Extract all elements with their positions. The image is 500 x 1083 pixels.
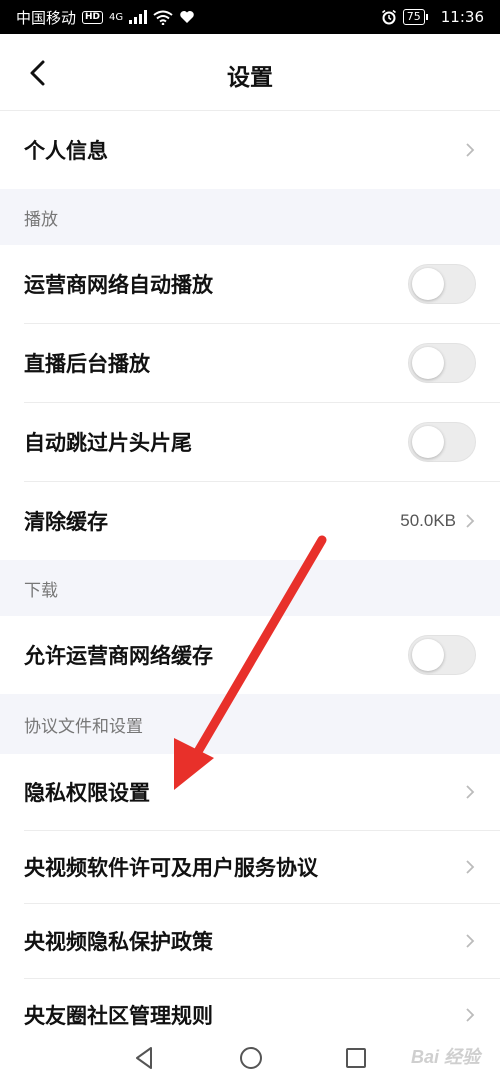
chevron-right-icon <box>464 933 476 949</box>
nav-back-icon[interactable] <box>132 1045 156 1075</box>
privacy-permissions-row[interactable]: 隐私权限设置 <box>0 754 500 830</box>
hd-badge: HD <box>82 10 104 24</box>
section-title: 协议文件和设置 <box>24 716 143 737</box>
carrier-autoplay-label: 运营商网络自动播放 <box>24 273 213 297</box>
watermark: Bai 经验 <box>410 1047 480 1067</box>
carrier-autoplay-row: 运营商网络自动播放 <box>0 245 500 323</box>
wifi-icon <box>153 10 173 25</box>
chevron-right-icon <box>464 513 476 529</box>
live-background-row: 直播后台播放 <box>0 324 500 402</box>
carrier-name: 中国移动 <box>16 8 77 27</box>
carrier-autoplay-toggle[interactable] <box>408 264 476 304</box>
clear-cache-label: 清除缓存 <box>24 510 108 534</box>
carrier-cache-row: 允许运营商网络缓存 <box>0 616 500 694</box>
skip-intro-toggle[interactable] <box>408 422 476 462</box>
toggle-knob <box>412 268 444 300</box>
section-title: 下载 <box>24 580 58 601</box>
section-header-download: 下载 <box>0 560 500 616</box>
section-header-agreements: 协议文件和设置 <box>0 694 500 754</box>
toggle-knob <box>412 639 444 671</box>
carrier-cache-label: 允许运营商网络缓存 <box>24 644 213 668</box>
heart-icon <box>179 10 195 24</box>
license-row[interactable]: 央视频软件许可及用户服务协议 <box>0 831 500 903</box>
profile-row[interactable]: 个人信息 <box>0 111 500 189</box>
chevron-right-icon <box>464 1007 476 1023</box>
carrier-cache-toggle[interactable] <box>408 635 476 675</box>
live-background-label: 直播后台播放 <box>24 352 150 376</box>
alarm-icon <box>381 9 397 25</box>
page-header: 设置 <box>0 34 500 111</box>
skip-intro-row: 自动跳过片头片尾 <box>0 403 500 481</box>
privacy-policy-label: 央视频隐私保护政策 <box>24 930 213 954</box>
chevron-right-icon <box>464 859 476 875</box>
toggle-knob <box>412 347 444 379</box>
profile-label: 个人信息 <box>24 139 108 163</box>
toggle-knob <box>412 426 444 458</box>
privacy-policy-row[interactable]: 央视频隐私保护政策 <box>0 904 500 978</box>
chevron-right-icon <box>464 142 476 158</box>
clock: 11:36 <box>440 8 484 26</box>
page-title: 设置 <box>227 65 273 91</box>
skip-intro-label: 自动跳过片头片尾 <box>24 431 192 455</box>
network-type: 4G <box>109 11 124 23</box>
chevron-right-icon <box>464 784 476 800</box>
community-rules-label: 央友圈社区管理规则 <box>24 1004 213 1028</box>
section-title: 播放 <box>24 209 58 230</box>
nav-home-icon[interactable] <box>238 1045 264 1075</box>
clear-cache-row[interactable]: 清除缓存 50.0KB <box>0 482 500 560</box>
cache-size: 50.0KB <box>400 511 456 530</box>
battery-level: 75 <box>402 9 428 25</box>
privacy-permissions-label: 隐私权限设置 <box>24 781 150 805</box>
live-background-toggle[interactable] <box>408 343 476 383</box>
license-label: 央视频软件许可及用户服务协议 <box>24 856 318 880</box>
section-header-play: 播放 <box>0 189 500 245</box>
status-bar: 中国移动 HD 4G 75 11:36 <box>0 0 500 34</box>
nav-recents-icon[interactable] <box>344 1045 368 1075</box>
signal-icon <box>129 10 148 24</box>
